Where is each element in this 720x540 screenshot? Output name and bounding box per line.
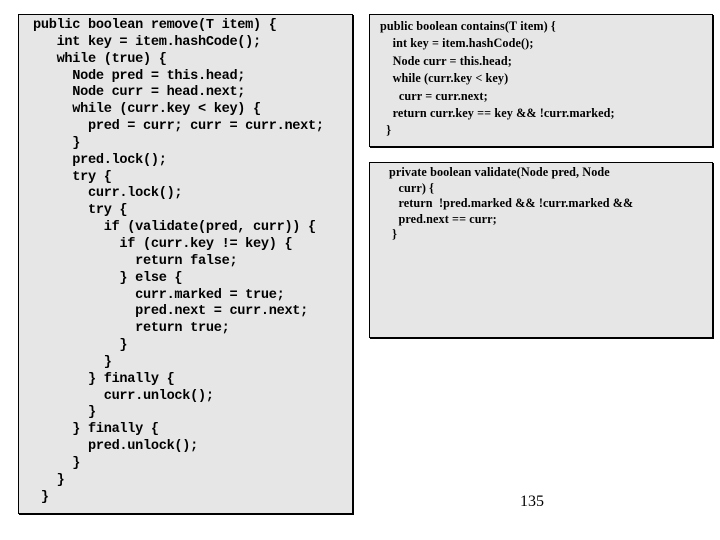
code-line: return curr.key == key && !curr.marked;	[380, 106, 615, 121]
code-line: }	[33, 405, 96, 421]
code-line: } finally {	[33, 422, 159, 438]
code-line: }	[33, 135, 81, 151]
code-line: curr.unlock();	[33, 388, 214, 404]
code-line: }	[33, 354, 112, 370]
validate-method-code-box: private boolean validate(Node pred, Node…	[369, 162, 713, 338]
code-line: while (true) {	[33, 51, 167, 67]
code-line: pred.unlock();	[33, 439, 199, 455]
contains-method-code-box: public boolean contains(T item) { int ke…	[369, 14, 713, 147]
code-line: pred = curr; curr = curr.next;	[33, 119, 324, 135]
code-line: pred.next = curr.next;	[33, 304, 309, 320]
code-line: curr) {	[389, 180, 435, 195]
code-line: }	[380, 123, 392, 138]
code-line: curr.lock();	[33, 186, 183, 202]
code-line: }	[33, 489, 49, 505]
code-line: try {	[33, 203, 128, 219]
code-line: }	[33, 472, 65, 488]
code-line: curr.marked = true;	[33, 287, 285, 303]
validate-method-code: private boolean validate(Node pred, Node…	[389, 165, 633, 243]
code-line: public boolean contains(T item) {	[380, 19, 556, 33]
page-number: 135	[520, 493, 544, 510]
code-line: while (curr.key < key) {	[33, 102, 261, 118]
contains-method-code: public boolean contains(T item) { int ke…	[380, 18, 615, 140]
remove-method-code-box: public boolean remove(T item) { int key …	[18, 14, 353, 514]
code-line: if (curr.key != key) {	[33, 236, 293, 252]
remove-method-code: public boolean remove(T item) { int key …	[33, 18, 324, 506]
code-line: int key = item.hashCode();	[380, 36, 534, 51]
code-line: } else {	[33, 270, 183, 286]
code-line: }	[33, 455, 81, 471]
code-line: private boolean validate(Node pred, Node	[389, 165, 610, 179]
code-line: Node curr = this.head;	[380, 53, 512, 68]
code-line: }	[389, 227, 398, 242]
code-line: Node curr = head.next;	[33, 85, 246, 101]
code-line: public boolean remove(T item) {	[33, 18, 277, 33]
code-line: pred.lock();	[33, 152, 167, 168]
code-line: return !pred.marked && !curr.marked &&	[389, 196, 634, 211]
code-line: if (validate(pred, curr)) {	[33, 220, 316, 236]
code-line: int key = item.hashCode();	[33, 34, 262, 50]
code-line: try {	[33, 169, 112, 185]
code-line: curr = curr.next;	[380, 88, 488, 103]
code-line: while (curr.key < key)	[380, 71, 509, 86]
code-line: }	[33, 338, 128, 354]
code-line: } finally {	[33, 371, 175, 387]
code-line: Node pred = this.head;	[33, 68, 246, 84]
code-line: return false;	[33, 253, 238, 269]
code-line: pred.next == curr;	[389, 211, 497, 226]
code-line: return true;	[33, 321, 230, 337]
